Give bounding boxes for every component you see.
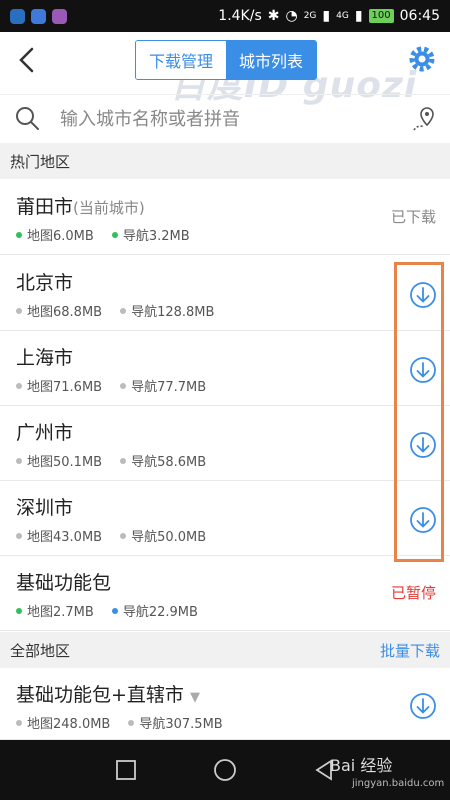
paused-status: 已暂停 [390,584,436,602]
signal-icon-2: ▮ [354,8,363,24]
current-city-label: (当前城市) [73,199,145,217]
tab-city-list[interactable]: 城市列表 [226,41,316,79]
city-name: 基础功能包 [16,572,112,594]
city-row-basic-plus-municipalities[interactable]: 基础功能包+直辖市 ▼ 地图248.0MB 导航307.5MB [0,668,450,740]
status-dot [16,607,22,614]
status-dot [120,532,127,539]
recent-apps-square-icon[interactable] [114,758,138,782]
nav-size: 导航58.6MB [131,455,207,470]
map-size: 地图2.7MB [27,605,94,620]
nav-size: 导航77.7MB [131,380,207,395]
city-row-beijing[interactable]: 北京市 地图68.8MB 导航128.8MB [0,256,450,331]
back-arrow-icon[interactable] [14,46,40,74]
city-search-input[interactable] [60,101,390,137]
shield-app-icon [31,8,46,24]
partial-download-icon [111,607,118,614]
status-dot [16,532,22,539]
moon-app-icon [10,8,25,24]
status-bar: 1.4K/s ✱ ◔ 2G ▮ 4G ▮ 100 06:45 [0,0,450,32]
bluetooth-icon: ✱ [267,8,280,24]
nav-size: 导航128.8MB [131,305,215,320]
battery-indicator: 100 [368,9,394,23]
baidu-jingyan-logo: Bai 经验 [330,756,393,775]
signal-icon: ▮ [322,8,331,24]
section-title: 全部地区 [10,641,71,660]
clock: 06:45 [399,8,440,24]
map-size: 地图68.8MB [27,305,103,320]
status-dot [16,457,22,464]
baidu-url: jingyan.baidu.com [352,778,445,789]
search-icon [16,107,39,130]
city-name: 莆田市 [16,196,74,218]
status-dot [128,719,135,726]
status-dot [16,307,22,314]
search-bar [0,94,450,142]
network-speed: 1.4K/s [218,8,262,24]
city-name: 上海市 [16,347,74,369]
home-circle-icon[interactable] [213,758,237,782]
status-dot [120,457,127,464]
city-name: 深圳市 [16,497,74,519]
city-name: 广州市 [16,422,74,444]
status-dot [16,231,22,238]
location-pin-icon[interactable] [410,105,438,133]
tab-download-manager[interactable]: 下载管理 [136,41,226,79]
city-name: 基础功能包+直辖市 [16,684,184,706]
section-title: 热门地区 [10,152,71,171]
network-4g-label: 4G [336,11,349,21]
city-row-basic-package[interactable]: 基础功能包 地图2.7MB 导航22.9MB 已暂停 [0,556,450,631]
expand-triangle-icon[interactable]: ▼ [190,690,200,705]
downloaded-status: 已下载 [390,208,436,226]
status-dot [111,231,118,238]
download-icon-basic-plus[interactable] [409,692,437,720]
status-dot [16,719,22,726]
batch-download-button[interactable]: 批量下载 [380,640,440,661]
tab-switcher: 下载管理 城市列表 [135,40,317,80]
map-size: 地图43.0MB [27,530,103,545]
nav-size: 导航307.5MB [139,717,223,732]
map-size: 地图6.0MB [27,229,94,244]
section-all-areas: 全部地区 批量下载 [0,632,450,668]
gallery-app-icon [52,8,67,24]
settings-gear-icon[interactable] [407,44,437,74]
status-dot [120,307,127,314]
city-row-guangzhou[interactable]: 广州市 地图50.1MB 导航58.6MB [0,406,450,481]
nav-size: 导航22.9MB [122,605,198,620]
section-hot-areas: 热门地区 [0,143,450,179]
map-size: 地图248.0MB [27,717,111,732]
status-dot [120,382,127,389]
network-2g-label: 2G [303,11,317,21]
city-name: 北京市 [16,272,74,294]
highlight-box [394,262,444,562]
status-dot [16,382,22,389]
map-size: 地图50.1MB [27,455,103,470]
wifi-icon: ◔ [285,8,298,24]
nav-size: 导航50.0MB [131,530,207,545]
city-row-shenzhen[interactable]: 深圳市 地图43.0MB 导航50.0MB [0,481,450,556]
city-row-putian[interactable]: 莆田市(当前城市) 地图6.0MB 导航3.2MB 已下载 [0,180,450,255]
map-size: 地图71.6MB [27,380,103,395]
city-row-shanghai[interactable]: 上海市 地图71.6MB 导航77.7MB [0,331,450,406]
nav-size: 导航3.2MB [122,229,190,244]
